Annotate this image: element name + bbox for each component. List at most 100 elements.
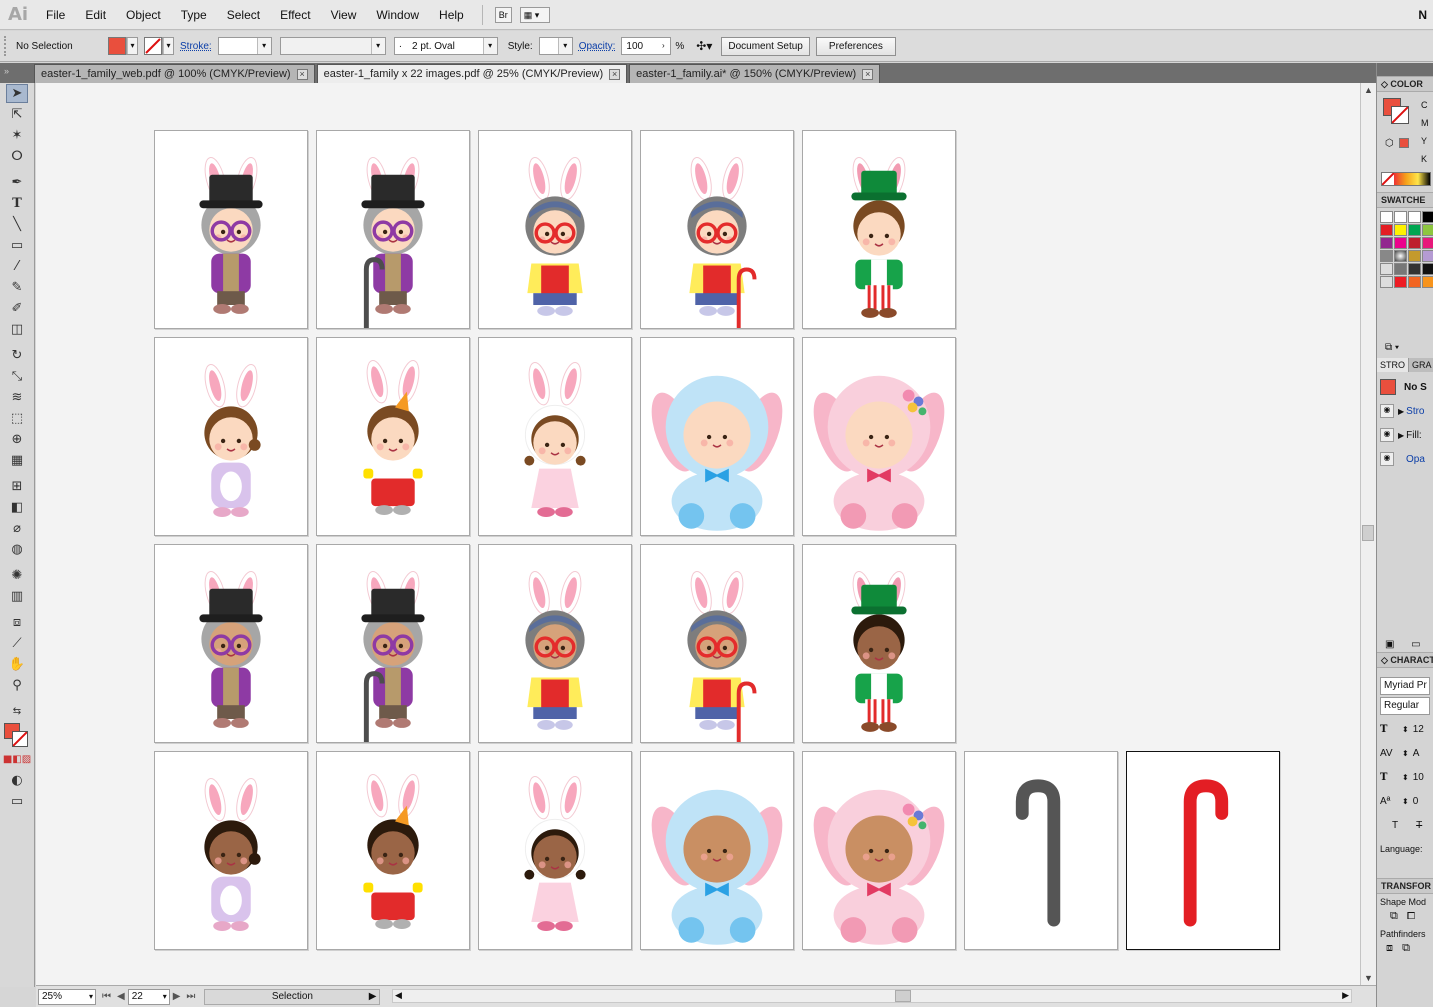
visibility-eye-icon[interactable]: ◉: [1380, 428, 1394, 442]
all-caps-icon[interactable]: T: [1392, 820, 1398, 831]
swatch-magenta[interactable]: [1394, 237, 1407, 249]
menu-object[interactable]: Object: [116, 0, 171, 30]
swatches-panel-header[interactable]: SWATCHE: [1377, 192, 1433, 208]
artboard-grandpa-cane[interactable]: [316, 544, 470, 758]
variable-width-dropdown[interactable]: ▾: [279, 37, 386, 55]
swatch-folder[interactable]: [1380, 263, 1393, 275]
blend-tool-icon[interactable]: ◍: [6, 540, 28, 559]
menu-effect[interactable]: Effect: [270, 0, 320, 30]
font-size-stepper[interactable]: ⬍: [1402, 725, 1409, 734]
pen-tool-icon[interactable]: ✒: [6, 173, 28, 192]
swatch-yellow[interactable]: [1394, 224, 1407, 236]
arrange-documents-button[interactable]: ▦ ▾: [519, 6, 550, 23]
artboard-grandma[interactable]: [478, 130, 632, 329]
tab-document-3[interactable]: easter-1_family.ai* @ 150% (CMYK/Preview…: [629, 64, 881, 83]
last-color-swatch[interactable]: [1399, 138, 1409, 148]
magic-wand-tool-icon[interactable]: ✶: [6, 126, 28, 145]
menu-file[interactable]: File: [36, 0, 75, 30]
graphic-style-dropdown[interactable]: ▾: [538, 37, 573, 55]
vertical-scroll-thumb[interactable]: [1362, 525, 1374, 541]
appearance-footer-icons[interactable]: ▣ ▭: [1385, 639, 1421, 650]
swatch-charcoal[interactable]: [1422, 263, 1433, 275]
out-of-gamut-icon[interactable]: ⬡: [1385, 138, 1394, 149]
next-artboard-icon[interactable]: ▶: [173, 991, 181, 1002]
visibility-eye-icon[interactable]: ◉: [1380, 404, 1394, 418]
close-icon[interactable]: ×: [296, 68, 308, 80]
kerning-stepper[interactable]: ⬍: [1402, 749, 1409, 758]
artboard-dad[interactable]: [802, 544, 956, 743]
swatch-lime[interactable]: [1422, 224, 1433, 236]
horizontal-scroll-thumb[interactable]: [895, 990, 911, 1002]
drawing-mode-icon[interactable]: ◐: [6, 771, 28, 790]
baseline-shift-value[interactable]: 0: [1413, 796, 1419, 807]
slice-tool-icon[interactable]: ⟋: [6, 634, 28, 653]
pathfinder-icons[interactable]: ⧈ ⧉: [1386, 942, 1430, 955]
swatch-pattern[interactable]: [1380, 250, 1393, 262]
stroke-color-dropdown[interactable]: ▾: [162, 37, 174, 55]
appearance-opacity-row[interactable]: ◉ Opa: [1380, 447, 1430, 471]
artboard-baby-pink[interactable]: [802, 337, 956, 536]
swatch-dark[interactable]: [1408, 263, 1421, 275]
close-icon[interactable]: ×: [862, 68, 874, 80]
color-stroke-swatch[interactable]: [1391, 106, 1409, 124]
lasso-tool-icon[interactable]: ⵔ: [6, 147, 28, 166]
preferences-button[interactable]: Preferences: [815, 36, 896, 56]
scroll-down-icon[interactable]: ▼: [1364, 973, 1373, 983]
fill-dropdown[interactable]: ▾: [126, 37, 138, 55]
paintbrush-tool-icon[interactable]: ⁄: [6, 257, 28, 276]
artboard-mom[interactable]: [154, 751, 308, 950]
appearance-stroke-label[interactable]: Stro: [1406, 406, 1424, 417]
eraser-tool-icon[interactable]: ◫: [6, 320, 28, 339]
menu-help[interactable]: Help: [429, 0, 474, 30]
vertical-scrollbar[interactable]: ▲ ▼: [1360, 83, 1376, 985]
menu-select[interactable]: Select: [217, 0, 270, 30]
stroke-swatch[interactable]: [12, 731, 28, 747]
artboard-cane-red[interactable]: [1126, 751, 1280, 950]
swatch-gray[interactable]: [1394, 263, 1407, 275]
bridge-button[interactable]: Br: [494, 6, 512, 23]
color-spectrum[interactable]: [1381, 172, 1431, 186]
menu-window[interactable]: Window: [366, 0, 429, 30]
rectangle-tool-icon[interactable]: ▭: [6, 236, 28, 255]
artboard-girl[interactable]: [478, 337, 632, 536]
opacity-field[interactable]: 100 ›: [621, 37, 672, 55]
eyedropper-tool-icon[interactable]: ⌀: [6, 519, 28, 538]
artboard-mom[interactable]: [154, 337, 308, 536]
visibility-eye-icon[interactable]: ◉: [1380, 452, 1394, 466]
swatch-amber[interactable]: [1422, 276, 1433, 288]
swatch-library-icon[interactable]: ⧉ ▾: [1385, 342, 1399, 353]
previous-artboard-icon[interactable]: ◀: [117, 991, 125, 1002]
hand-tool-icon[interactable]: ✋: [6, 655, 28, 674]
menu-view[interactable]: View: [321, 0, 367, 30]
font-size-value[interactable]: 12: [1413, 724, 1424, 735]
gradient-tool-icon[interactable]: ◧: [6, 498, 28, 517]
artboard-grandma[interactable]: [478, 544, 632, 743]
tab-document-1[interactable]: easter-1_family_web.pdf @ 100% (CMYK/Pre…: [34, 64, 315, 83]
artboard-number-field[interactable]: 22 ▾: [127, 988, 170, 1005]
artboard-cane-gray[interactable]: [964, 751, 1118, 950]
disclosure-triangle-icon[interactable]: ▶: [1398, 407, 1404, 416]
artboard-girl[interactable]: [478, 751, 632, 950]
swatch-red[interactable]: [1380, 224, 1393, 236]
perspective-grid-tool-icon[interactable]: ▦: [6, 451, 28, 470]
color-panel-header[interactable]: ◇ COLOR: [1377, 76, 1433, 92]
transform-panel-header[interactable]: TRANSFOR: [1377, 878, 1433, 894]
panel-dock-grip[interactable]: [1377, 63, 1433, 76]
artboard-grandpa-cane[interactable]: [316, 130, 470, 344]
swatch-none[interactable]: [1380, 211, 1393, 223]
swatch-black[interactable]: [1422, 211, 1433, 223]
width-tool-icon[interactable]: ≋: [6, 388, 28, 407]
strikethrough-icon[interactable]: T: [1416, 820, 1422, 831]
swatch-scarlet[interactable]: [1394, 276, 1407, 288]
character-panel-header[interactable]: ◇ CHARACT: [1377, 652, 1433, 668]
symbol-sprayer-tool-icon[interactable]: ✺: [6, 566, 28, 585]
control-bar-grip[interactable]: [4, 36, 10, 56]
artboard-baby-blue[interactable]: [640, 751, 794, 950]
zoom-field[interactable]: 25% ▾: [38, 988, 96, 1005]
tab-bar-grip[interactable]: »: [0, 63, 34, 83]
swap-fill-stroke-icon[interactable]: ⇆: [6, 702, 28, 721]
zoom-tool-icon[interactable]: ⚲: [6, 676, 28, 695]
swatch-pink[interactable]: [1422, 237, 1433, 249]
blob-brush-tool-icon[interactable]: ✐: [6, 299, 28, 318]
artboard-boy[interactable]: [316, 751, 470, 950]
